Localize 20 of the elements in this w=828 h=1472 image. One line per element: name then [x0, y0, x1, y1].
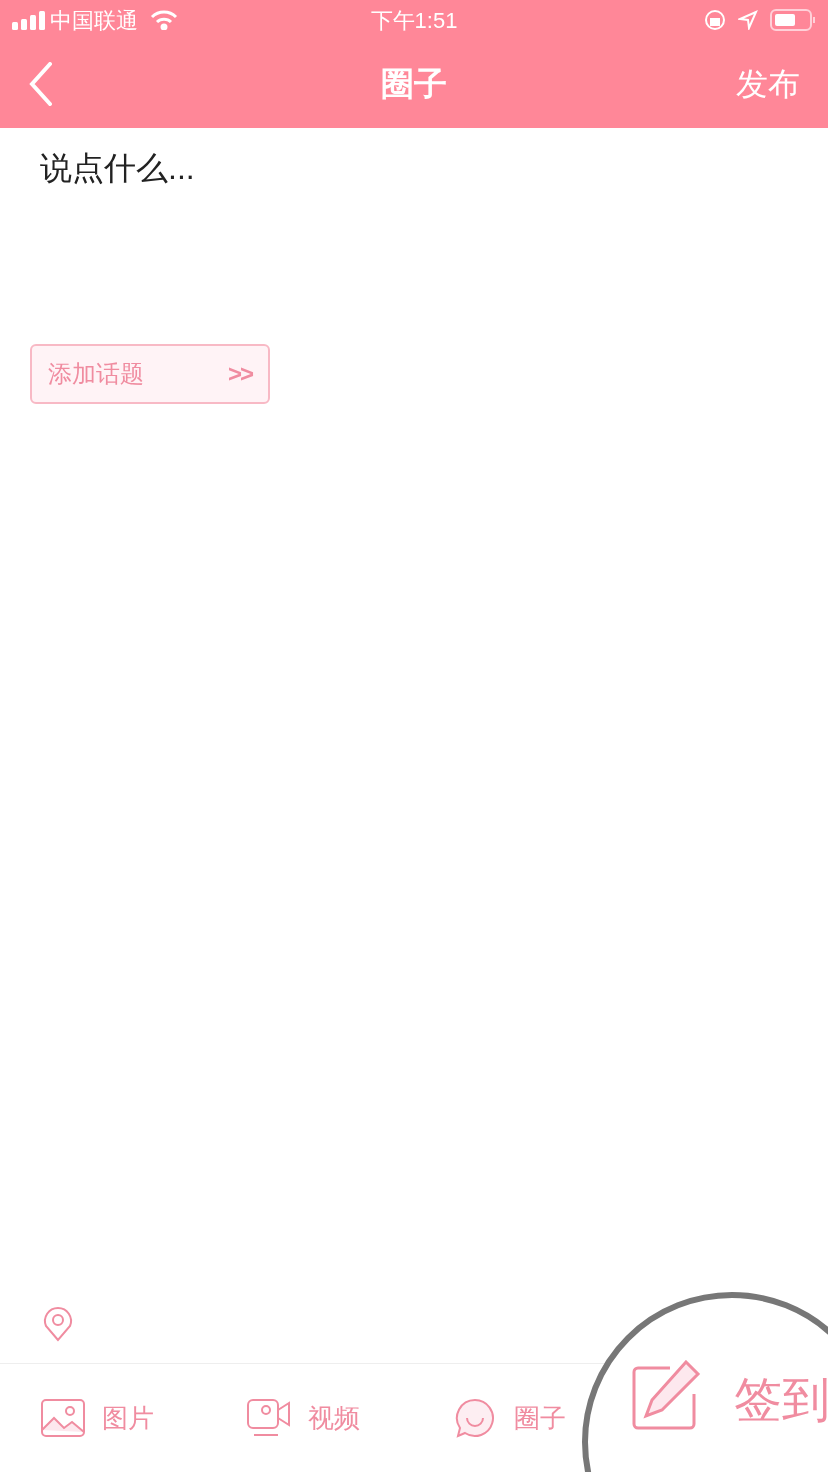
add-topic-button[interactable]: 添加话题 >> — [30, 344, 270, 404]
location-arrow-icon — [738, 10, 758, 30]
carrier-name: 中国联通 — [50, 6, 138, 35]
image-icon — [40, 1398, 86, 1438]
back-chevron-icon — [28, 62, 54, 106]
check-in-label[interactable]: 签到 — [734, 1364, 828, 1436]
page-title: 圈子 — [381, 64, 447, 105]
clock-time: 下午1:51 — [370, 6, 458, 35]
toolbar-tab[interactable]: 圈子 — [452, 1398, 566, 1438]
edit-icon — [630, 1360, 702, 1432]
video-camera-icon — [246, 1398, 292, 1438]
post-input-field[interactable]: 说点什么... — [28, 144, 800, 334]
battery-icon — [770, 9, 816, 31]
toolbar-tab[interactable]: 图片 — [40, 1398, 154, 1438]
publish-button[interactable]: 发布 — [736, 60, 800, 108]
toolbar-tab[interactable]: 视频 — [246, 1398, 360, 1438]
rotation-lock-icon — [704, 9, 726, 31]
signal-icon — [12, 10, 46, 30]
wifi-icon — [150, 10, 178, 30]
location-pin-icon — [42, 1305, 74, 1342]
